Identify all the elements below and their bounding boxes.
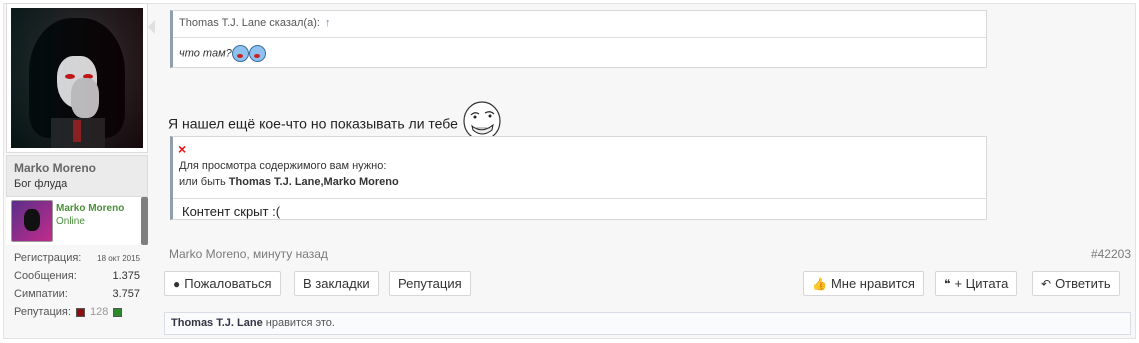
message-body: Я нашел ещё кое-что но показывать ли теб… bbox=[168, 115, 458, 132]
stat-messages: Сообщения: 1.375 bbox=[6, 267, 148, 285]
user-info: Marko Moreno Бог флуда bbox=[6, 155, 148, 197]
reply-arrow-icon: ↶ bbox=[1041, 277, 1052, 291]
smiley-icon bbox=[248, 45, 266, 62]
likes-summary: Thomas T.J. Lane нравится это. bbox=[164, 312, 1131, 335]
quote-icon: ❝ bbox=[944, 277, 951, 291]
user-title: Бог флуда bbox=[14, 178, 68, 190]
like-button[interactable]: 👍 Мне нравится bbox=[803, 271, 924, 296]
like-label: Мне нравится bbox=[830, 276, 915, 291]
quote-header: Thomas T.J. Lane сказал(а): ↑ bbox=[173, 11, 986, 38]
mini-profile: Marko Moreno Online bbox=[6, 197, 148, 245]
user-stats: Регистрация: 18 окт 2015 Сообщения: 1.37… bbox=[6, 249, 148, 321]
reputation-button[interactable]: Репутация bbox=[389, 271, 471, 296]
avatar[interactable] bbox=[11, 8, 143, 148]
reply-label: Ответить bbox=[1055, 276, 1111, 291]
post-author-time[interactable]: Marko Moreno, минуту назад bbox=[169, 247, 328, 261]
report-button[interactable]: ● Пожаловаться bbox=[164, 271, 281, 296]
post-permalink[interactable]: #42203 bbox=[1091, 247, 1131, 261]
stat-value[interactable]: 1.375 bbox=[112, 270, 140, 282]
rep-minus-icon[interactable] bbox=[75, 307, 85, 317]
stat-registration: Регистрация: 18 окт 2015 bbox=[6, 249, 148, 267]
thumbs-up-icon: 👍 bbox=[812, 277, 827, 291]
hidden-content-block: × Для просмотра содержимого вам нужно: и… bbox=[170, 136, 987, 220]
reputation-label: Репутация: bbox=[14, 306, 71, 318]
alert-icon: ● bbox=[173, 277, 181, 291]
bookmark-button[interactable]: В закладки bbox=[294, 271, 379, 296]
rep-plus-icon[interactable] bbox=[113, 307, 123, 317]
reputation-label: Репутация bbox=[398, 276, 462, 291]
scrollbar[interactable] bbox=[141, 197, 148, 245]
bookmark-label: В закладки bbox=[303, 276, 370, 291]
mini-avatar[interactable] bbox=[11, 200, 53, 242]
username[interactable]: Marko Moreno bbox=[14, 161, 96, 175]
stat-label: Симпатии: bbox=[14, 288, 68, 300]
quote-block: Thomas T.J. Lane сказал(а): ↑ что там? bbox=[170, 10, 987, 68]
stat-label: Регистрация: bbox=[14, 252, 82, 264]
hidden-content-notice: × Для просмотра содержимого вам нужно: и… bbox=[173, 137, 986, 199]
quote-button[interactable]: ❝ + Цитата bbox=[935, 271, 1018, 296]
quote-text: что там? bbox=[179, 45, 266, 62]
mini-username[interactable]: Marko Moreno bbox=[56, 203, 124, 214]
quote-body: что там? bbox=[179, 47, 232, 60]
reputation-value: 128 bbox=[90, 306, 109, 318]
quote-author: Thomas T.J. Lane сказал(а): bbox=[179, 17, 320, 29]
likes-text: нравится это. bbox=[262, 317, 335, 329]
hidden-requirement: Для просмотра содержимого вам нужно: bbox=[179, 160, 387, 172]
stat-likes: Симпатии: 3.757 bbox=[6, 285, 148, 303]
quote-author-line: Thomas T.J. Lane сказал(а): ↑ bbox=[179, 17, 330, 29]
hidden-prefix: или быть bbox=[179, 176, 229, 188]
stat-label: Репутация: 128 bbox=[14, 306, 123, 318]
quote-label: + Цитата bbox=[954, 276, 1009, 291]
stat-label: Сообщения: bbox=[14, 270, 77, 282]
stat-value: 3.757 bbox=[112, 288, 140, 300]
stat-reputation: Репутация: 128 bbox=[6, 303, 148, 321]
stat-value: 18 окт 2015 bbox=[97, 254, 140, 263]
hidden-requirement-users: или быть Thomas T.J. Lane,Marko Moreno bbox=[179, 176, 399, 188]
close-icon: × bbox=[178, 141, 187, 157]
online-status: Online bbox=[56, 216, 85, 227]
smiley-icon bbox=[231, 45, 249, 62]
report-label: Пожаловаться bbox=[184, 276, 272, 291]
user-column: Marko Moreno Бог флуда Marko Moreno Onli… bbox=[6, 3, 148, 328]
reply-button[interactable]: ↶ Ответить bbox=[1032, 271, 1120, 296]
quote-arrow-icon[interactable]: ↑ bbox=[325, 17, 331, 29]
message-arrow bbox=[148, 20, 155, 34]
hidden-user-names: Thomas T.J. Lane,Marko Moreno bbox=[228, 176, 399, 188]
avatar-frame bbox=[6, 3, 148, 153]
hidden-placeholder: Контент скрыт :( bbox=[182, 204, 281, 219]
liker-name[interactable]: Thomas T.J. Lane bbox=[171, 317, 263, 329]
